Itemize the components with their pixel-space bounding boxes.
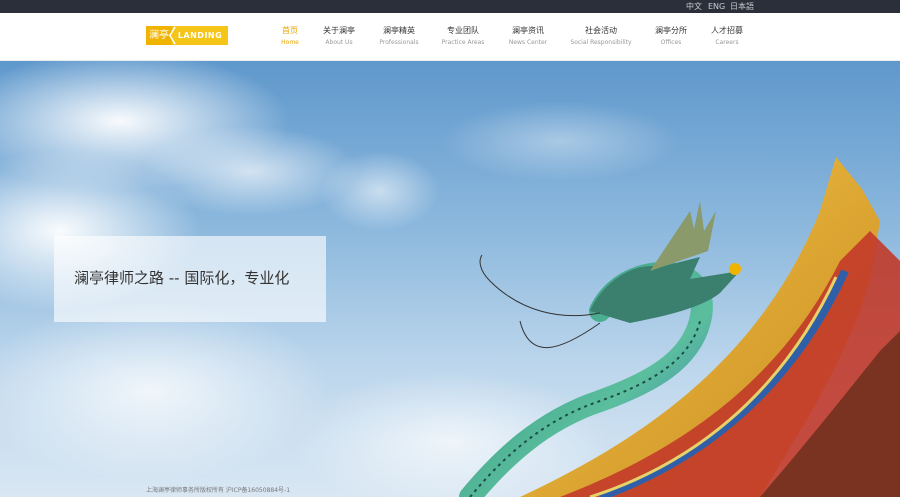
slogan-box: 澜亭律师之路 -- 国际化，专业化 bbox=[54, 236, 326, 322]
nav-label: 社会活动 bbox=[585, 26, 617, 35]
nav-label: 人才招募 bbox=[711, 26, 743, 35]
logo-chevron-icon bbox=[169, 26, 176, 45]
lang-chinese[interactable]: 中文 bbox=[686, 0, 702, 13]
hero-banner: 澜亭律师之路 -- 国际化，专业化 bbox=[0, 61, 900, 497]
nav-careers[interactable]: 人才招募 Careers bbox=[687, 25, 767, 48]
nav-sublabel: Careers bbox=[715, 39, 739, 46]
top-bar: 中文 ENG 日本語 bbox=[0, 0, 900, 13]
nav-sublabel: News Center bbox=[508, 39, 548, 46]
logo-english: LANDING bbox=[172, 26, 228, 45]
lang-japanese[interactable]: 日本語 bbox=[730, 0, 754, 13]
header: 澜亭 LANDING 首页 Home 关于澜亭 About Us 澜亭精英 Pr… bbox=[0, 13, 900, 61]
nav-label: 澜亭资讯 bbox=[512, 26, 544, 35]
footer-copyright: 上海澜亭律师事务所版权所有 沪ICP备16050884号-1 bbox=[146, 487, 291, 494]
hero-slogan: 澜亭律师之路 -- 国际化，专业化 bbox=[74, 269, 290, 287]
nav-social-responsibility[interactable]: 社会活动 Social Responsibility bbox=[561, 25, 641, 48]
lang-english[interactable]: ENG bbox=[708, 0, 725, 13]
nav-sublabel: Social Responsibility bbox=[570, 39, 632, 46]
logo[interactable]: 澜亭 LANDING bbox=[146, 26, 228, 45]
nav-news-center[interactable]: 澜亭资讯 News Center bbox=[488, 25, 568, 48]
